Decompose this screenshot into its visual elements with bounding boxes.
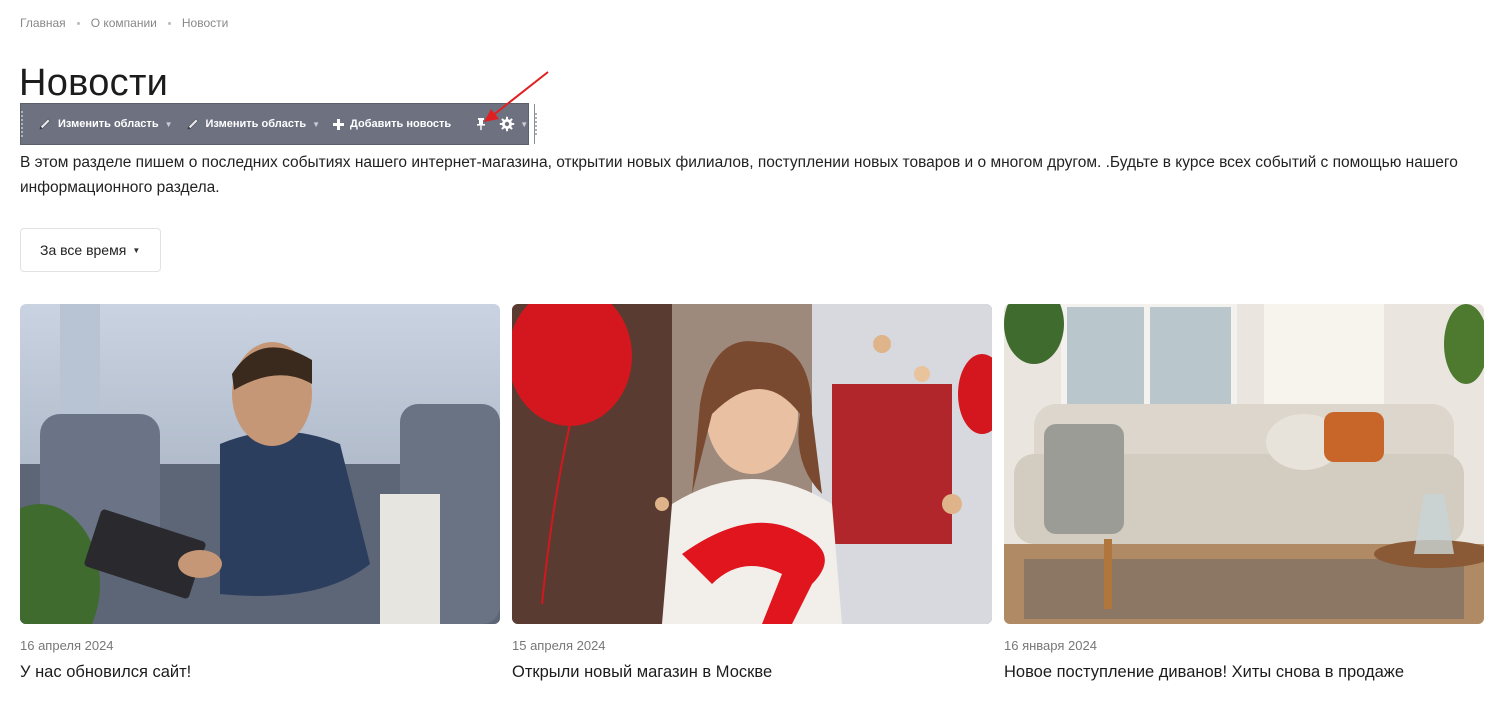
drag-handle[interactable] bbox=[21, 104, 23, 144]
gear-icon bbox=[499, 116, 515, 132]
news-card[interactable]: 15 апреля 2024 Открыли новый магазин в М… bbox=[512, 304, 992, 682]
chevron-down-icon[interactable]: ▼ bbox=[165, 120, 173, 129]
add-news-label: Добавить новость bbox=[350, 118, 452, 130]
news-card[interactable]: 16 апреля 2024 У нас обновился сайт! bbox=[20, 304, 500, 682]
news-title[interactable]: Новое поступление диванов! Хиты снова в … bbox=[1004, 663, 1484, 682]
admin-toolbar: Изменить область ▼ Изменить область ▼ До… bbox=[20, 103, 538, 145]
breadcrumb-current: Новости bbox=[181, 16, 229, 30]
edit-area-label: Изменить область bbox=[205, 118, 307, 130]
settings-button[interactable]: ▼ bbox=[493, 104, 534, 144]
breadcrumb-home[interactable]: Главная bbox=[20, 16, 66, 30]
news-date: 16 апреля 2024 bbox=[20, 638, 114, 653]
pencil-icon bbox=[187, 118, 198, 130]
page-title: Новости bbox=[19, 62, 169, 104]
edit-area-button[interactable]: Изменить область ▼ bbox=[31, 104, 179, 144]
news-image-woman-with-ribbon[interactable] bbox=[512, 304, 992, 624]
breadcrumb: Главная О компании Новости bbox=[20, 16, 228, 30]
pin-button[interactable] bbox=[469, 104, 493, 144]
pencil-icon bbox=[39, 118, 51, 130]
chevron-down-icon: ▼ bbox=[132, 245, 141, 255]
add-news-button[interactable]: Добавить новость bbox=[326, 104, 457, 144]
news-image-sofa-interior[interactable] bbox=[1004, 304, 1484, 624]
news-image-man-with-tablet[interactable] bbox=[20, 304, 500, 624]
chevron-down-icon[interactable]: ▼ bbox=[312, 120, 320, 129]
section-description: В этом разделе пишем о последних события… bbox=[20, 154, 1458, 196]
edit-area-button-2[interactable]: Изменить область ▼ bbox=[179, 104, 327, 144]
news-title[interactable]: У нас обновился сайт! bbox=[20, 663, 500, 682]
news-title[interactable]: Открыли новый магазин в Москве bbox=[512, 663, 992, 682]
breadcrumb-about[interactable]: О компании bbox=[91, 16, 157, 30]
breadcrumb-separator bbox=[167, 21, 171, 25]
news-card[interactable]: 16 января 2024 Новое поступление диванов… bbox=[1004, 304, 1484, 682]
pin-icon bbox=[477, 118, 486, 131]
chevron-down-icon[interactable]: ▼ bbox=[520, 120, 528, 129]
news-date: 16 января 2024 bbox=[1004, 638, 1097, 653]
period-filter-label: За все время bbox=[40, 242, 127, 258]
news-date: 15 апреля 2024 bbox=[512, 638, 606, 653]
drag-handle-right[interactable] bbox=[534, 104, 538, 144]
breadcrumb-separator bbox=[76, 21, 80, 25]
edit-area-label: Изменить область bbox=[58, 118, 159, 130]
plus-icon bbox=[333, 118, 345, 130]
period-filter-dropdown[interactable]: За все время ▼ bbox=[20, 228, 161, 272]
